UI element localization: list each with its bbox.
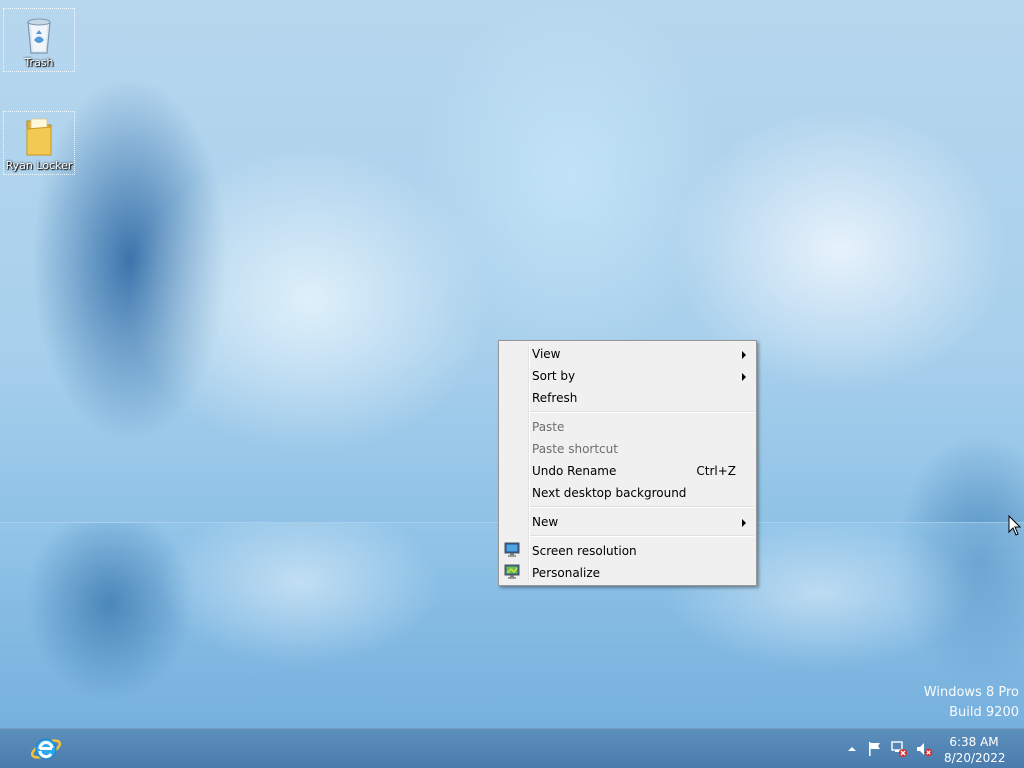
- menu-item-label: Paste shortcut: [532, 442, 618, 456]
- menu-item-screen-resolution[interactable]: Screen resolution: [501, 540, 754, 562]
- desktop-icon-ryan-locker[interactable]: Ryan Locker: [3, 111, 75, 175]
- action-center-flag-icon[interactable]: [866, 740, 884, 758]
- internet-explorer-icon: [30, 738, 62, 760]
- clock-time: 6:38 AM: [949, 735, 999, 749]
- network-disconnected-icon[interactable]: [890, 740, 908, 758]
- menu-item-undo-rename[interactable]: Undo Rename Ctrl+Z: [501, 460, 754, 482]
- menu-item-refresh[interactable]: Refresh: [501, 387, 754, 409]
- volume-muted-icon[interactable]: [915, 740, 933, 758]
- menu-item-sort-by[interactable]: Sort by: [501, 365, 754, 387]
- menu-item-personalize[interactable]: Personalize: [501, 562, 754, 584]
- desktop-context-menu: View Sort by Refresh Paste Paste shortcu…: [498, 340, 757, 586]
- submenu-arrow-icon: [742, 519, 746, 527]
- menu-item-label: Undo Rename: [532, 464, 617, 478]
- menu-item-label: Sort by: [532, 369, 576, 383]
- windows-version-watermark: Windows 8 Pro Build 9200: [924, 683, 1019, 723]
- menu-item-label: Paste: [532, 420, 565, 434]
- menu-item-next-desktop-background[interactable]: Next desktop background: [501, 482, 754, 504]
- menu-item-paste-shortcut[interactable]: Paste shortcut: [501, 438, 754, 460]
- menu-item-label: Personalize: [532, 566, 601, 580]
- menu-item-shortcut: Ctrl+Z: [696, 464, 736, 478]
- menu-item-view[interactable]: View: [501, 343, 754, 365]
- menu-item-new[interactable]: New: [501, 511, 754, 533]
- menu-item-label: New: [532, 515, 559, 529]
- menu-separator: [530, 506, 754, 508]
- menu-separator: [530, 535, 754, 537]
- menu-item-label: Refresh: [532, 391, 578, 405]
- taskbar: 6:38 AM 8/20/2022: [0, 728, 1024, 768]
- menu-item-label: Next desktop background: [532, 486, 687, 500]
- personalize-icon: [504, 564, 520, 580]
- desktop-icon-label: Ryan Locker: [5, 159, 73, 172]
- folder-icon: [19, 115, 59, 159]
- taskbar-clock[interactable]: 6:38 AM 8/20/2022: [944, 734, 1006, 766]
- screen-resolution-icon: [504, 542, 520, 558]
- watermark-build: Build 9200: [949, 705, 1019, 720]
- desktop[interactable]: Trash Ryan Locker Windows 8 Pro Build 92…: [0, 0, 1024, 768]
- desktop-icon-label: Trash: [24, 56, 54, 69]
- menu-separator: [530, 411, 754, 413]
- mouse-cursor-icon: [1008, 514, 1022, 537]
- menu-item-label: Screen resolution: [532, 544, 637, 558]
- menu-item-label: View: [532, 347, 561, 361]
- recycle-bin-icon: [19, 12, 59, 56]
- submenu-arrow-icon: [742, 351, 746, 359]
- show-hidden-icons-chevron[interactable]: [843, 740, 861, 758]
- watermark-edition: Windows 8 Pro: [923, 685, 1019, 700]
- taskbar-internet-explorer-button[interactable]: [24, 731, 68, 767]
- clock-date: 8/20/2022: [944, 751, 1006, 765]
- submenu-arrow-icon: [742, 373, 746, 381]
- menu-item-paste[interactable]: Paste: [501, 416, 754, 438]
- desktop-icon-trash[interactable]: Trash: [3, 8, 75, 72]
